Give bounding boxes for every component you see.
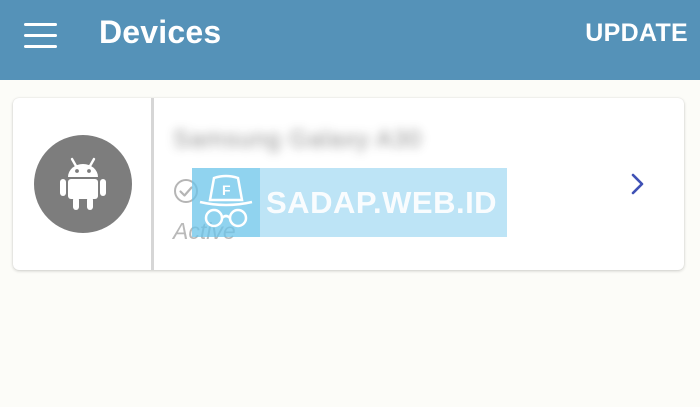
svg-text:F: F <box>222 182 231 198</box>
hamburger-menu-icon <box>24 22 57 26</box>
card-divider <box>151 98 154 270</box>
page-title: Devices <box>99 14 222 50</box>
chevron-right-icon[interactable] <box>628 171 648 197</box>
spy-logo-icon: F <box>192 168 260 237</box>
update-button[interactable]: UPDATE <box>585 19 688 48</box>
hamburger-menu-icon-line <box>24 33 57 37</box>
hamburger-menu-icon-line <box>24 44 57 48</box>
watermark: F SADAP.WEB.ID <box>192 168 507 237</box>
device-name: Samsung Galaxy A30 <box>173 126 422 153</box>
watermark-text: SADAP.WEB.ID <box>266 185 498 220</box>
device-avatar <box>34 135 132 233</box>
app-bar: Devices UPDATE <box>0 0 700 80</box>
device-avatar-section <box>13 98 153 270</box>
spy-hat-glasses-logo: F <box>199 174 253 228</box>
menu-button[interactable] <box>24 20 64 50</box>
android-icon <box>60 157 106 210</box>
